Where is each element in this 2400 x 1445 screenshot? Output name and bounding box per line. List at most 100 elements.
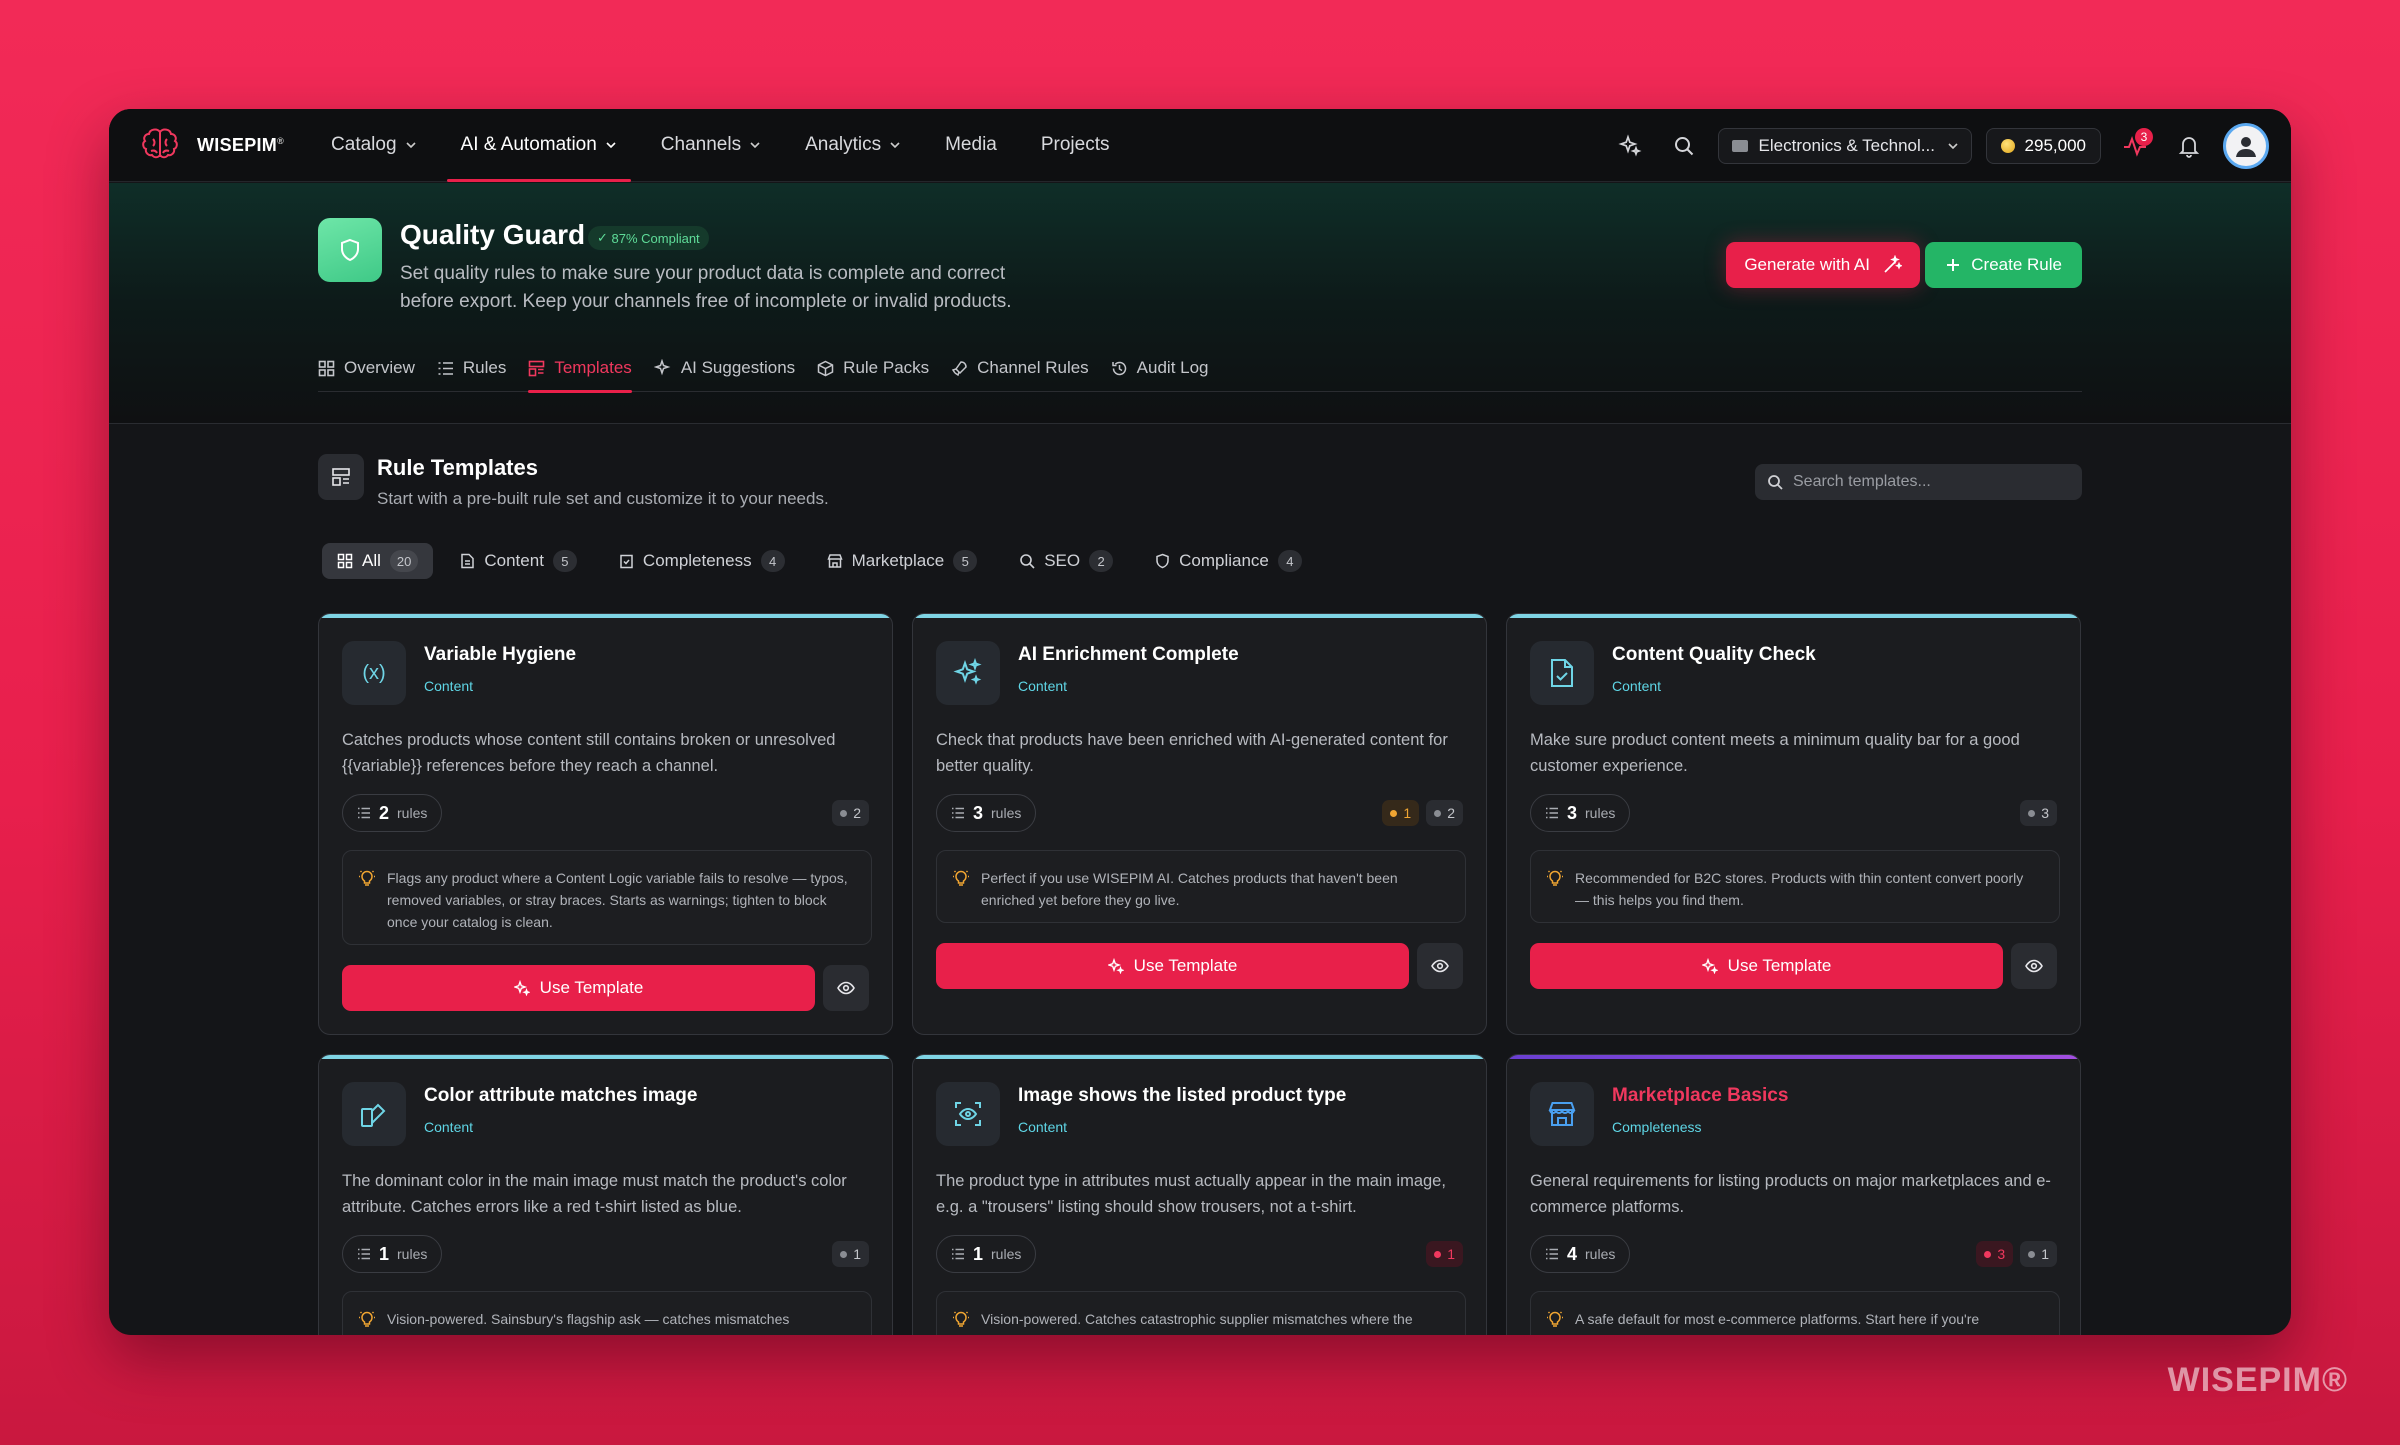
lightbulb-icon <box>1547 870 1563 886</box>
nav-ai-automation[interactable]: AI & Automation <box>446 109 632 182</box>
brand[interactable]: WISEPIM® <box>139 124 284 166</box>
activity-button[interactable]: 3 <box>2115 126 2155 166</box>
rules-count-value: 1 <box>973 1243 984 1264</box>
template-tip: Vision-powered. Sainsbury's flagship ask… <box>342 1291 872 1335</box>
filter-all[interactable]: All 20 <box>322 543 434 579</box>
filter-content[interactable]: Content 5 <box>445 543 592 579</box>
main-nav: Catalog AI & Automation Channels Analyti… <box>317 109 1139 182</box>
card-description: Check that products have been enriched w… <box>936 731 1448 775</box>
template-card[interactable]: Marketplace Basics Completeness General … <box>1506 1054 2081 1335</box>
chevron-down-icon <box>1947 142 1958 149</box>
search-icon <box>1020 554 1035 569</box>
filter-content-label: Content <box>484 551 544 570</box>
swatch-icon <box>342 1082 406 1146</box>
nav-projects-label: Projects <box>1040 134 1110 155</box>
template-card[interactable]: Color attribute matches image Content Th… <box>318 1054 893 1335</box>
tip-text: Recommended for B2C stores. Products wit… <box>1575 870 2024 908</box>
card-category: Content <box>1612 678 1662 694</box>
use-template-button[interactable]: Use Template <box>342 965 815 1011</box>
filter-completeness[interactable]: Completeness 4 <box>604 543 800 579</box>
tab-templates[interactable]: Templates <box>528 344 633 393</box>
preview-button[interactable] <box>2011 943 2057 989</box>
create-rule-button[interactable]: Create Rule <box>1925 242 2082 288</box>
error-count: 3 <box>1976 1241 2014 1267</box>
filter-count: 5 <box>953 550 978 572</box>
use-template-button[interactable]: Use Template <box>936 943 1409 989</box>
brand-name: WISEPIM® <box>197 134 285 155</box>
shield-icon <box>1156 553 1169 569</box>
list-icon <box>358 807 370 819</box>
severity-counts: 3 1 <box>1976 1241 2057 1267</box>
generate-with-ai-label: Generate with AI <box>1744 255 1870 274</box>
store-selector[interactable]: Electronics & Technol... <box>1717 127 1972 164</box>
nav-media-label: Media <box>945 134 997 155</box>
card-description: General requirements for listing product… <box>1530 1172 2051 1216</box>
tab-ai-suggestions[interactable]: AI Suggestions <box>653 344 795 392</box>
card-category: Content <box>424 678 474 694</box>
nav-catalog[interactable]: Catalog <box>317 109 431 182</box>
lightbulb-icon <box>359 1311 375 1327</box>
ai-sparkle-button[interactable] <box>1610 126 1650 166</box>
tab-channel-rules[interactable]: Channel Rules <box>951 344 1089 392</box>
store-selector-label: Electronics & Technol... <box>1758 135 1935 155</box>
filter-seo[interactable]: SEO 2 <box>1004 543 1128 579</box>
credits-balance[interactable]: 295,000 <box>1985 127 2101 164</box>
filter-count: 4 <box>760 550 785 572</box>
search-input[interactable] <box>1793 473 2070 491</box>
compliance-badge: ✓ 87% Compliant <box>588 226 709 250</box>
rules-count-label: rules <box>991 1246 1022 1262</box>
info-count: 3 <box>2020 800 2057 826</box>
notifications-button[interactable] <box>2169 126 2209 166</box>
compliance-badge-label: 87% Compliant <box>611 230 700 246</box>
template-card[interactable]: Image shows the listed product type Cont… <box>912 1054 1487 1335</box>
preview-button[interactable] <box>823 965 869 1011</box>
sparkle-icon <box>653 359 671 376</box>
eye-icon <box>1431 959 1449 973</box>
rules-count-value: 3 <box>1567 802 1578 823</box>
wisepim-watermark: WISEPIM® <box>2167 1361 2348 1399</box>
preview-button[interactable] <box>1417 943 1463 989</box>
nav-projects[interactable]: Projects <box>1027 109 1124 182</box>
nav-channels[interactable]: Channels <box>647 109 775 182</box>
tab-overview[interactable]: Overview <box>318 344 415 392</box>
template-card[interactable]: AI Enrichment Complete Content Check tha… <box>912 613 1487 1035</box>
brain-logo-icon <box>142 128 178 159</box>
tab-bar: Overview Rules Templates AI Suggestions … <box>318 344 2082 393</box>
tip-text: A safe default for most e-commerce platf… <box>1575 1311 1980 1327</box>
filter-completeness-label: Completeness <box>642 551 752 570</box>
rules-count: 1 rules <box>342 1235 443 1273</box>
list-icon <box>438 361 453 375</box>
error-count: 1 <box>1426 1241 1463 1267</box>
template-card[interactable]: (x) Variable Hygiene Content Catches pro… <box>318 613 893 1035</box>
generate-with-ai-button[interactable]: Generate with AI <box>1726 242 1920 288</box>
card-title: AI Enrichment Complete <box>1018 644 1239 665</box>
rules-count: 3 rules <box>1530 794 1631 832</box>
template-search[interactable] <box>1755 464 2082 500</box>
template-card[interactable]: Content Quality Check Content Make sure … <box>1506 613 2081 1035</box>
nav-analytics[interactable]: Analytics <box>791 109 915 182</box>
search-button[interactable] <box>1664 126 1704 166</box>
variable-icon: (x) <box>342 641 406 705</box>
tab-audit-log[interactable]: Audit Log <box>1111 344 1209 392</box>
template-tip: Flags any product where a Content Logic … <box>342 850 872 945</box>
tip-text: Vision-powered. Sainsbury's flagship ask… <box>387 1311 790 1327</box>
tab-rules[interactable]: Rules <box>437 344 506 392</box>
filter-marketplace-label: Marketplace <box>851 551 945 570</box>
section-title: Rule Templates <box>377 455 538 480</box>
info-count: 2 <box>832 800 869 826</box>
filter-marketplace[interactable]: Marketplace 5 <box>812 543 993 579</box>
template-icon <box>529 360 545 376</box>
list-icon <box>952 1248 964 1260</box>
sparkles-icon <box>1617 133 1642 156</box>
template-tip: Recommended for B2C stores. Products wit… <box>1530 850 2060 923</box>
shield-icon <box>318 218 382 282</box>
rules-count-label: rules <box>397 1246 428 1262</box>
card-accent-bar <box>319 1055 892 1059</box>
filter-compliance[interactable]: Compliance 4 <box>1140 543 1317 579</box>
user-avatar[interactable] <box>2223 122 2269 169</box>
use-template-button[interactable]: Use Template <box>1530 943 2003 989</box>
tab-rule-packs[interactable]: Rule Packs <box>817 344 929 392</box>
filter-count: 4 <box>1277 550 1302 572</box>
card-accent-bar <box>1507 1055 2080 1059</box>
nav-media[interactable]: Media <box>931 109 1011 182</box>
